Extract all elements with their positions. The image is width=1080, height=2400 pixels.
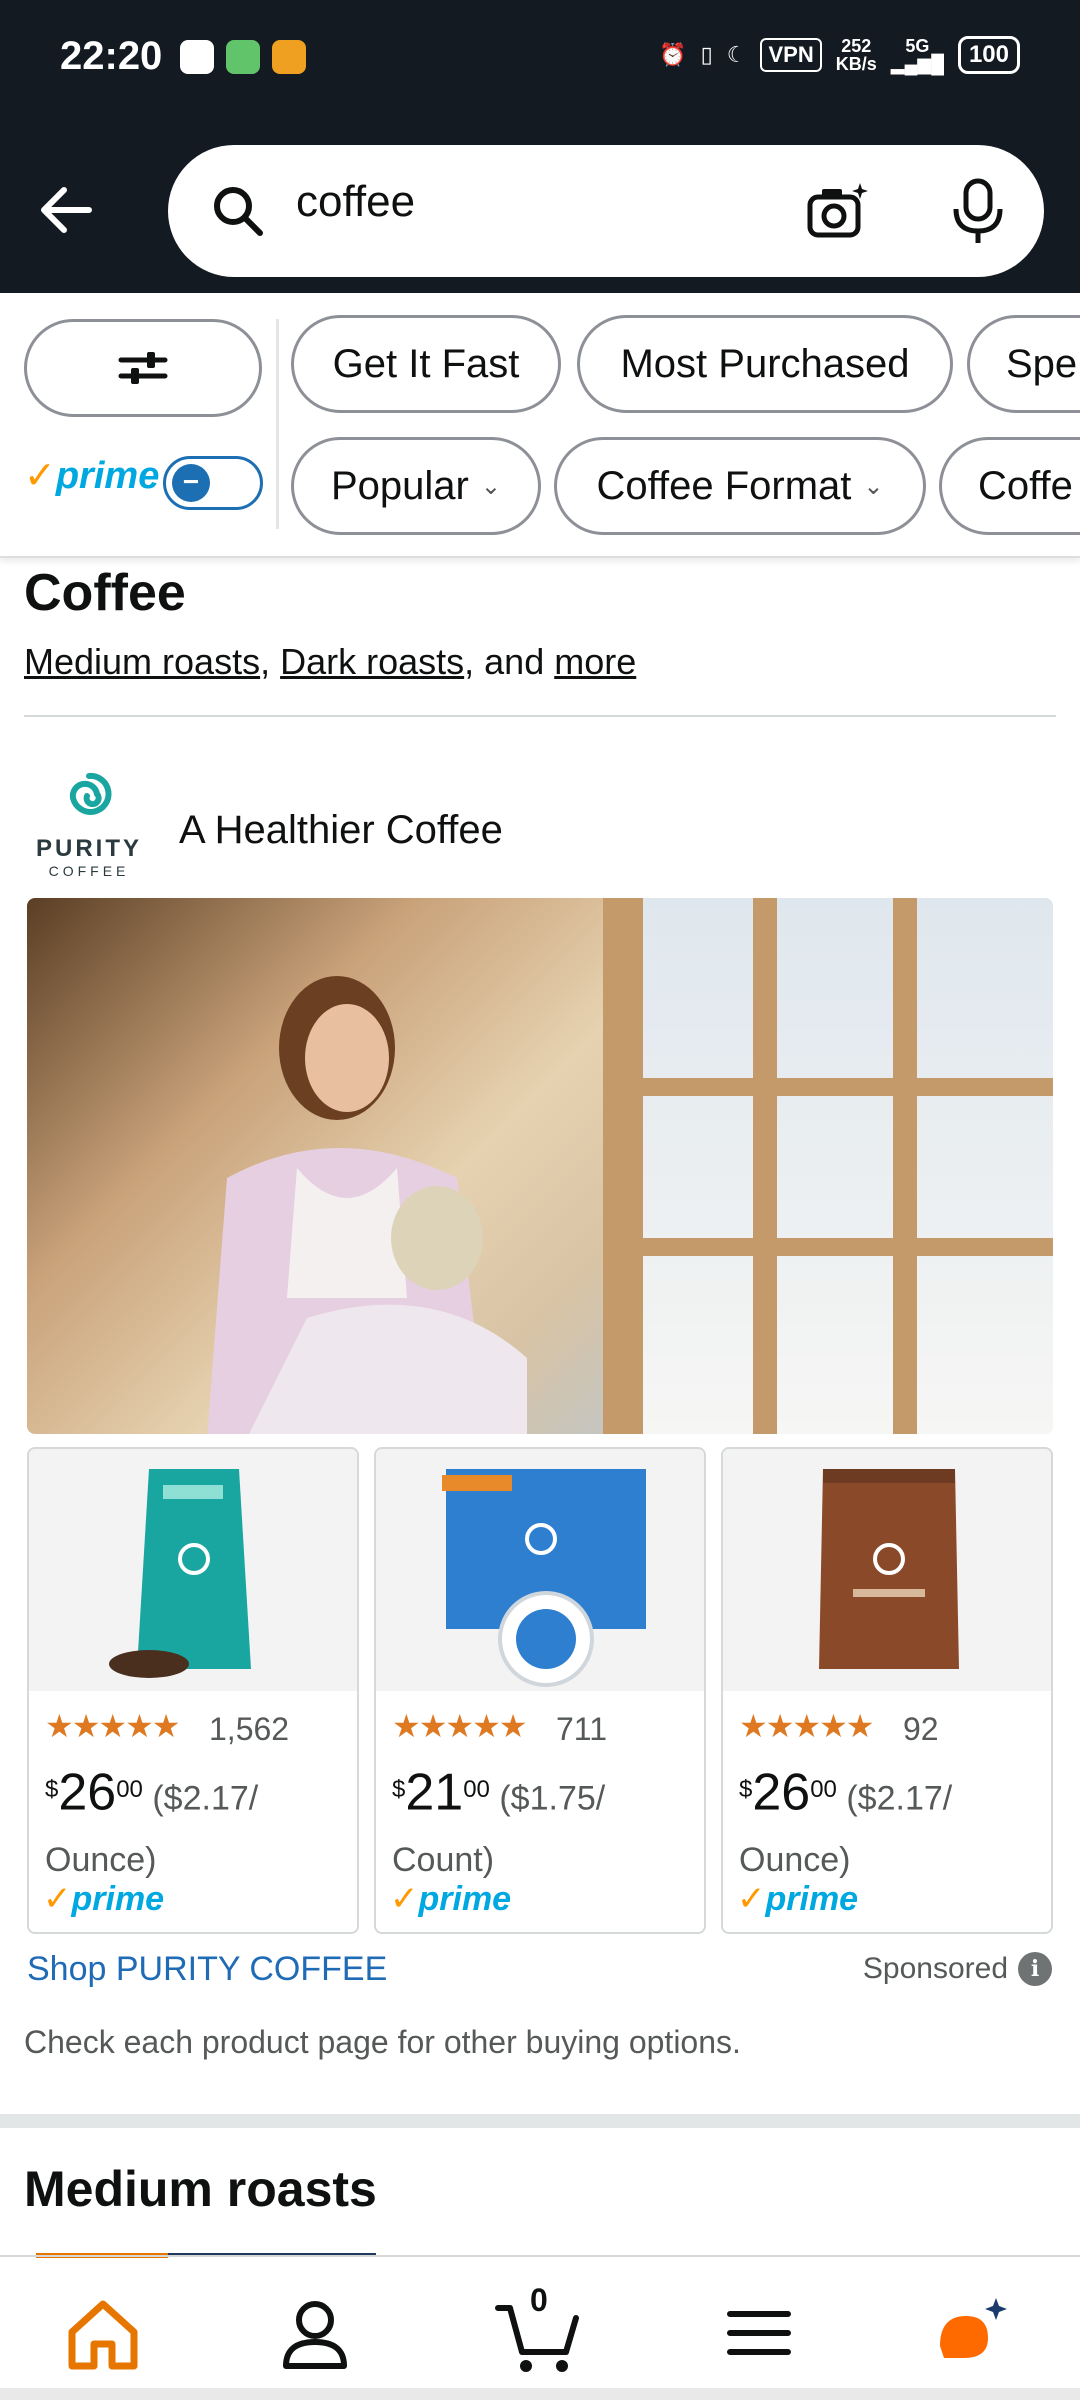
category-header: Coffee Medium roasts, Dark roasts, and m… bbox=[24, 563, 636, 683]
battery-icon: 100 bbox=[957, 36, 1020, 74]
product-image bbox=[376, 1449, 704, 1691]
link-more[interactable]: more bbox=[554, 641, 636, 682]
product-card[interactable]: ★★★★★ 1,562 $2600 ($2.17/Ounce) ✓prime bbox=[27, 1447, 359, 1934]
status-right: ⏰ ▯ ☾ VPN 252 KB/s 5G ▂▄▆█ 100 bbox=[659, 36, 1020, 74]
toggle-minus-icon: − bbox=[172, 464, 210, 502]
nav-cart[interactable]: 0 bbox=[494, 2282, 584, 2378]
search-input[interactable]: coffee bbox=[168, 145, 1044, 277]
brand-tagline[interactable]: A Healthier Coffee bbox=[179, 808, 503, 853]
cart-count: 0 bbox=[530, 2282, 548, 2318]
sliders-icon bbox=[118, 352, 168, 384]
product-card[interactable]: ★★★★★ 711 $2100 ($1.75/Count) ✓prime bbox=[374, 1447, 706, 1934]
medium-roasts-heading: Medium roasts bbox=[24, 2161, 377, 2217]
status-time: 22:20 bbox=[60, 34, 163, 78]
product-price: $2600 ($2.17/Ounce) bbox=[45, 1763, 259, 1880]
filter-coffee-format[interactable]: Coffee Format ⌄ bbox=[554, 437, 926, 535]
vibrate-icon: ▯ bbox=[700, 42, 713, 67]
search-header: coffee bbox=[0, 115, 1080, 293]
prime-badge: ✓prime bbox=[737, 1880, 859, 1918]
rating-count: 92 bbox=[903, 1711, 939, 1747]
prime-badge: ✓prime bbox=[390, 1880, 512, 1918]
ai-assistant-icon bbox=[940, 2298, 1007, 2358]
filter-special[interactable]: Spe bbox=[967, 315, 1080, 413]
back-arrow-icon[interactable] bbox=[34, 180, 94, 240]
rating-stars: ★★★★★ bbox=[739, 1708, 874, 1744]
nav-rufus[interactable] bbox=[924, 2288, 1014, 2378]
network-speed: 252 KB/s bbox=[835, 36, 877, 74]
info-icon[interactable]: i bbox=[1018, 1952, 1052, 1986]
voice-search-icon[interactable] bbox=[948, 177, 1008, 245]
filter-coffee-more[interactable]: Coffe bbox=[939, 437, 1080, 535]
prime-badge: ✓prime bbox=[43, 1880, 165, 1918]
sponsored-label[interactable]: Sponsored i bbox=[863, 1952, 1052, 1986]
divider bbox=[0, 2255, 1080, 2257]
rating-stars: ★★★★★ bbox=[45, 1708, 180, 1744]
filter-popular[interactable]: Popular ⌄ bbox=[291, 437, 541, 535]
nav-account[interactable] bbox=[270, 2288, 360, 2378]
brand-logo[interactable]: PURITY COFFEE bbox=[24, 768, 154, 898]
shop-brand-link[interactable]: Shop PURITY COFFEE bbox=[27, 1950, 387, 1989]
sponsored-product-cards: ★★★★★ 1,562 $2600 ($2.17/Ounce) ✓prime ★… bbox=[27, 1447, 1053, 1934]
divider bbox=[24, 715, 1056, 717]
product-price: $2600 ($2.17/Ounce) bbox=[739, 1763, 953, 1880]
filter-divider bbox=[276, 319, 279, 529]
rating-count: 1,562 bbox=[209, 1711, 290, 1747]
camera-search-icon[interactable] bbox=[806, 179, 870, 243]
account-icon bbox=[283, 2301, 347, 2369]
gesture-bar bbox=[0, 2388, 1080, 2400]
hero-window bbox=[603, 898, 1053, 1434]
app-notification-icon bbox=[226, 40, 260, 74]
category-title: Coffee bbox=[24, 564, 186, 622]
search-icon bbox=[214, 187, 263, 236]
search-query: coffee bbox=[296, 177, 416, 226]
brand-hero-image[interactable] bbox=[27, 898, 1053, 1434]
chevron-down-icon: ⌄ bbox=[863, 472, 884, 500]
rating-stars: ★★★★★ bbox=[392, 1708, 527, 1744]
nav-home[interactable] bbox=[58, 2288, 148, 2378]
woman-with-mug-illustration bbox=[207, 976, 527, 1434]
category-refinements: Medium roasts, Dark roasts, and more bbox=[24, 641, 637, 682]
status-bar: 22:20 ⏰ ▯ ☾ VPN 252 KB/s 5G ▂▄▆█ 100 bbox=[0, 0, 1080, 115]
link-medium-roasts[interactable]: Medium roasts bbox=[24, 641, 260, 682]
chevron-down-icon: ⌄ bbox=[480, 472, 501, 500]
vpn-badge: VPN bbox=[760, 38, 822, 72]
purity-logo-icon bbox=[69, 772, 112, 815]
signal-icon: 5G ▂▄▆█ bbox=[890, 36, 944, 74]
menu-icon bbox=[727, 2311, 791, 2355]
filter-get-it-fast[interactable]: Get It Fast bbox=[291, 315, 561, 413]
rating-count: 711 bbox=[556, 1711, 608, 1747]
bottom-navigation: 0 bbox=[0, 2258, 1080, 2400]
sponsored-brand-header[interactable]: PURITY COFFEE A Healthier Coffee bbox=[24, 768, 1056, 898]
prime-toggle[interactable]: − bbox=[163, 456, 263, 510]
section-separator bbox=[0, 2114, 1080, 2128]
nav-menu[interactable] bbox=[714, 2288, 804, 2378]
moon-icon: ☾ bbox=[726, 42, 747, 67]
product-image bbox=[29, 1449, 357, 1691]
alarm-icon: ⏰ bbox=[659, 42, 687, 67]
prime-filter-label: ✓prime bbox=[24, 455, 160, 497]
app-notification-icon bbox=[272, 40, 306, 74]
product-price: $2100 ($1.75/Count) bbox=[392, 1763, 606, 1880]
filter-most-purchased[interactable]: Most Purchased bbox=[577, 315, 953, 413]
link-dark-roasts[interactable]: Dark roasts bbox=[280, 641, 464, 682]
product-image bbox=[723, 1449, 1051, 1691]
buying-options-note: Check each product page for other buying… bbox=[24, 2024, 741, 2060]
filter-settings-button[interactable] bbox=[24, 319, 262, 417]
filter-bar: ✓prime − Get It Fast Most Purchased Spe … bbox=[0, 293, 1080, 558]
product-card[interactable]: ★★★★★ 92 $2600 ($2.17/Ounce) ✓prime bbox=[721, 1447, 1053, 1934]
notification-icons bbox=[180, 40, 306, 74]
app-notification-icon bbox=[180, 40, 214, 74]
home-icon bbox=[68, 2300, 138, 2370]
